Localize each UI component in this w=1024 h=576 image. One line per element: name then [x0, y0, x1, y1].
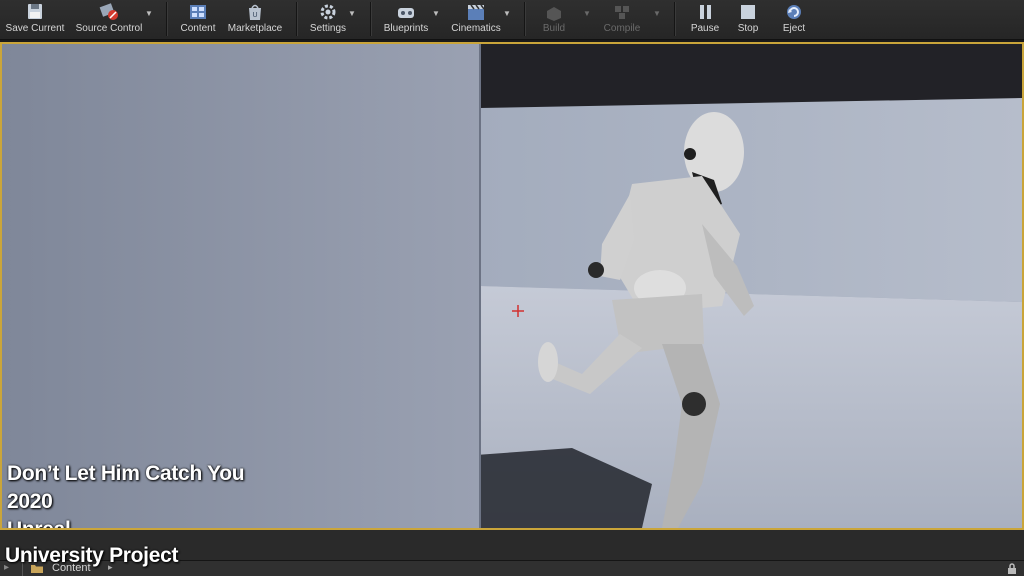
build-icon: [547, 7, 561, 21]
project-engine: Unreal: [7, 518, 71, 530]
blueprints-label: Blueprints: [383, 23, 429, 34]
toolbar-separator: [166, 2, 167, 36]
toolbar-separator: [370, 2, 371, 36]
compile-dropdown-icon[interactable]: ▼: [653, 10, 661, 18]
eject-icon: [787, 5, 801, 19]
build-dropdown-icon[interactable]: ▼: [583, 10, 591, 18]
marketplace-icon: U: [249, 4, 261, 20]
settings-button[interactable]: Settings: [304, 0, 352, 38]
settings-icon: [320, 4, 336, 20]
cinematics-label: Cinematics: [451, 23, 501, 34]
viewport-scene: [2, 44, 1022, 528]
stop-button[interactable]: Stop: [730, 0, 766, 38]
save-current-button[interactable]: Save Current: [4, 0, 66, 38]
marketplace-button[interactable]: U Marketplace: [224, 0, 286, 38]
content-icon: [190, 5, 206, 19]
blueprints-button[interactable]: Blueprints: [378, 0, 434, 38]
game-viewport[interactable]: Don’t Let Him Catch You 2020 Unreal: [0, 42, 1024, 530]
cinematics-icon: [468, 4, 485, 20]
stop-icon: [741, 5, 755, 19]
back-wall: [480, 98, 1022, 302]
toolbar-separator: [674, 2, 675, 36]
source-control-button[interactable]: Source Control: [74, 0, 144, 38]
pause-icon: [700, 5, 711, 19]
save-icon: [28, 4, 42, 19]
compile-icon: [615, 6, 629, 19]
lock-icon[interactable]: [1006, 563, 1018, 575]
source-control-label: Source Control: [75, 23, 143, 34]
blueprints-icon: [398, 8, 414, 18]
toolbar-separator: [524, 2, 525, 36]
compile-label: Compile: [603, 23, 641, 34]
svg-text:U: U: [252, 11, 257, 19]
compile-button[interactable]: Compile: [598, 0, 646, 38]
source-control-dropdown-icon[interactable]: ▼: [145, 10, 153, 18]
stop-label: Stop: [737, 23, 759, 34]
pause-label: Pause: [690, 23, 720, 34]
build-button[interactable]: Build: [532, 0, 576, 38]
marketplace-label: Marketplace: [227, 23, 283, 34]
pause-button[interactable]: Pause: [684, 0, 726, 38]
left-wall: [2, 44, 480, 528]
source-control-icon: [99, 3, 118, 20]
eject-label: Eject: [782, 23, 806, 34]
toolbar-separator: [296, 2, 297, 36]
main-toolbar: Save Current Source Control ▼ Content U …: [0, 0, 1024, 40]
content-label: Content: [180, 23, 216, 34]
project-type: University Project: [5, 544, 179, 567]
blueprints-dropdown-icon[interactable]: ▼: [432, 10, 440, 18]
ceiling-shadow: [480, 44, 1022, 108]
settings-label: Settings: [309, 23, 347, 34]
content-button[interactable]: Content: [176, 0, 220, 38]
settings-dropdown-icon[interactable]: ▼: [348, 10, 356, 18]
save-current-label: Save Current: [5, 23, 65, 34]
cinematics-dropdown-icon[interactable]: ▼: [503, 10, 511, 18]
project-year: 2020: [7, 490, 53, 513]
project-title: Don’t Let Him Catch You: [7, 462, 245, 485]
build-label: Build: [542, 23, 566, 34]
eject-button[interactable]: Eject: [774, 0, 814, 38]
cinematics-button[interactable]: Cinematics: [446, 0, 506, 38]
